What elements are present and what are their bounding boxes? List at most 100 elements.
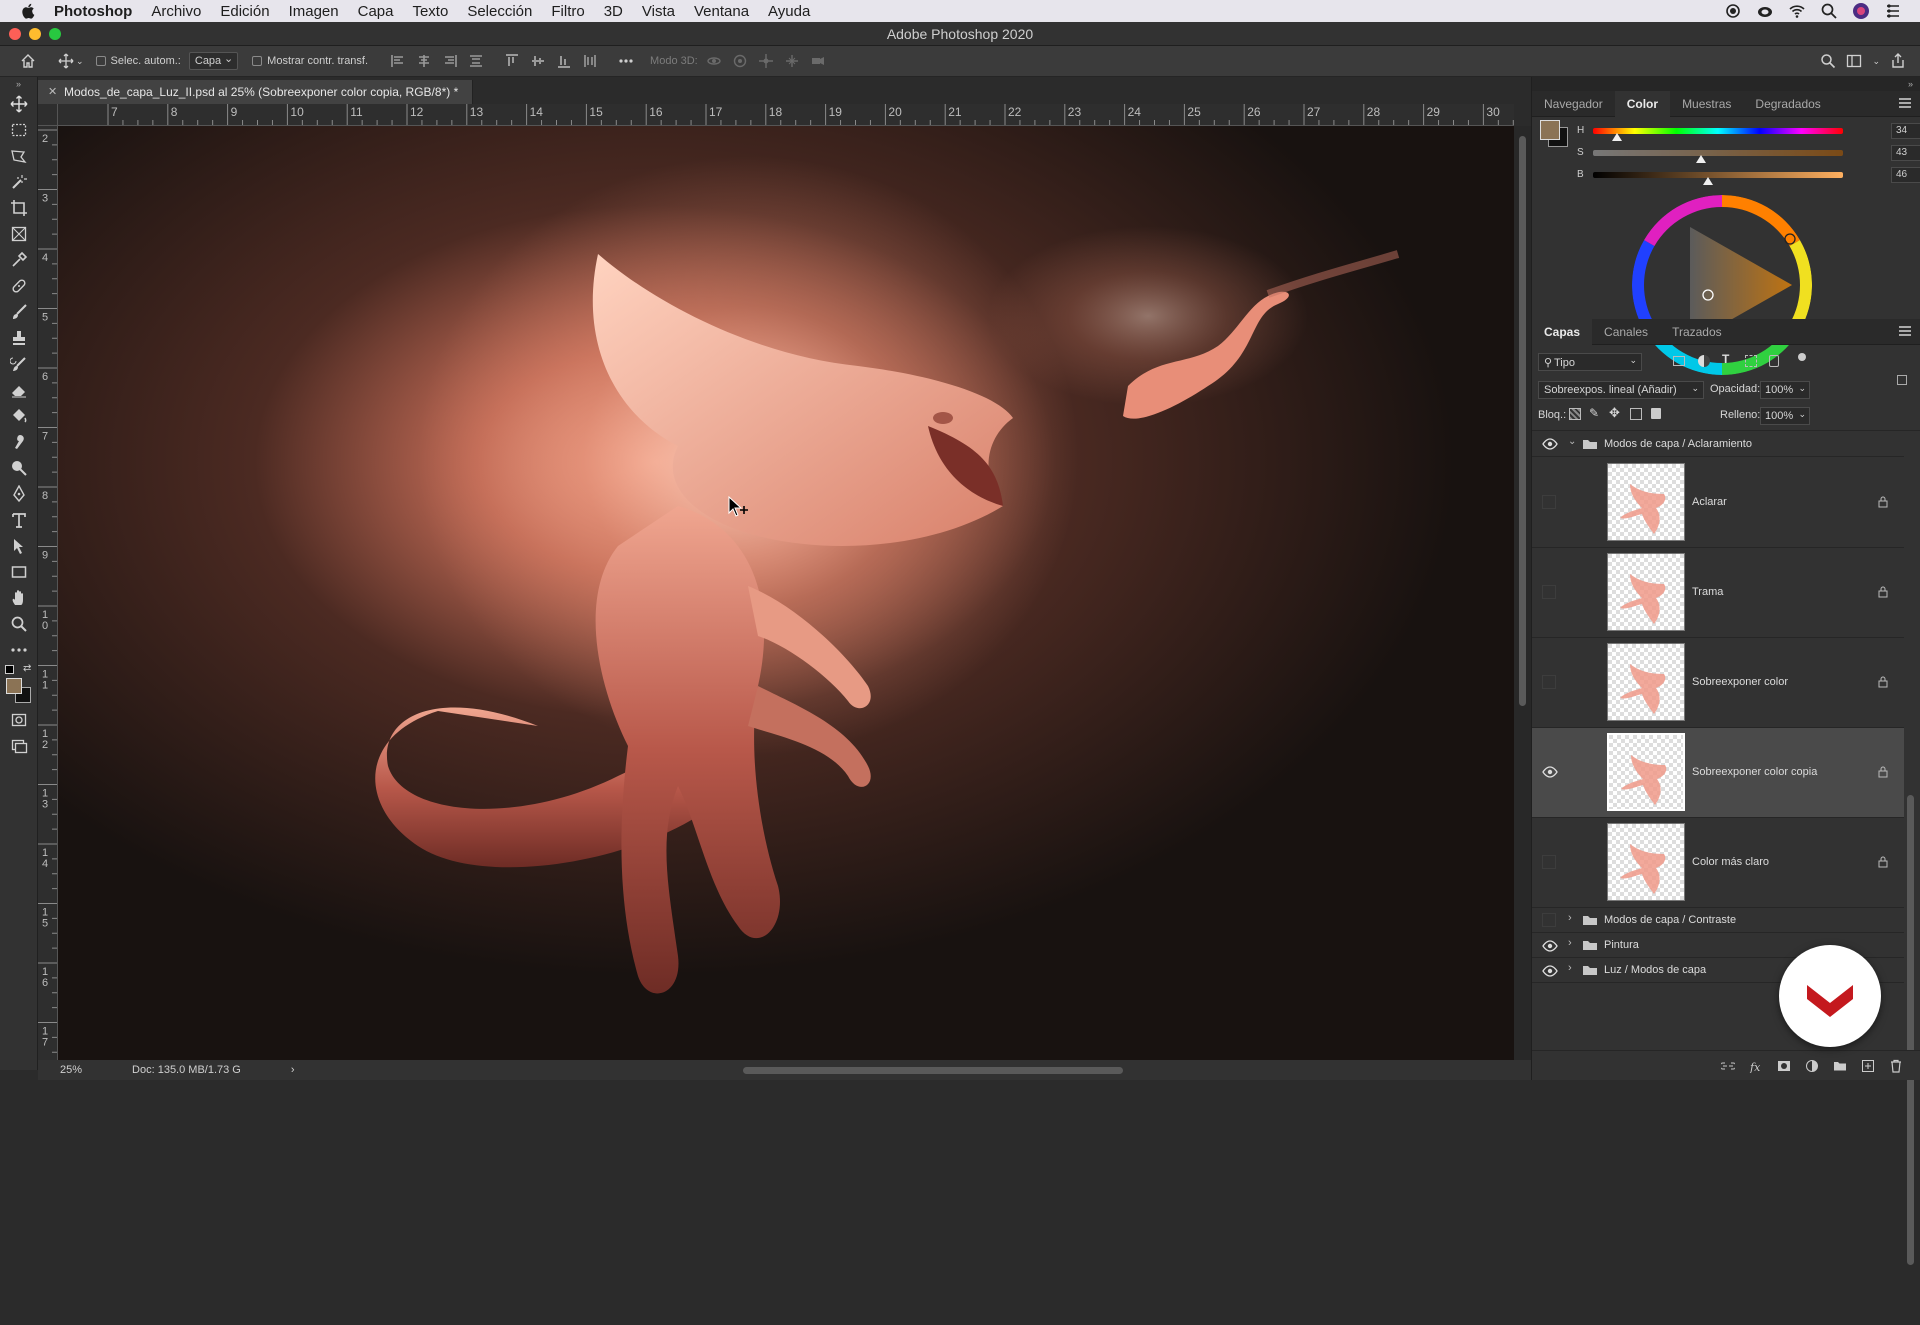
brightness-value[interactable]: 46	[1891, 167, 1920, 183]
doc-size-info[interactable]: Doc: 135.0 MB/1.73 G	[132, 1064, 241, 1076]
zoom-window-button[interactable]	[49, 28, 61, 40]
foreground-color-swatch[interactable]	[6, 678, 22, 694]
layers-scroll-thumb[interactable]	[1907, 795, 1914, 1265]
filter-toggle-icon[interactable]	[1798, 353, 1806, 361]
lock-all-icon[interactable]	[1651, 408, 1661, 419]
workspace-icon[interactable]	[1846, 53, 1862, 69]
tab-canales[interactable]: Canales	[1592, 319, 1660, 345]
tab-trazados[interactable]: Trazados	[1660, 319, 1734, 345]
lock-artboard-icon[interactable]	[1630, 408, 1642, 420]
eraser-tool[interactable]	[0, 377, 38, 403]
distribute-icon[interactable]	[468, 53, 484, 69]
menu-archivo[interactable]: Archivo	[151, 3, 201, 20]
layer-thumbnail[interactable]	[1607, 463, 1685, 541]
siri-icon[interactable]	[1852, 2, 1870, 20]
fg-color-swatch[interactable]	[1540, 120, 1560, 140]
hue-knob[interactable]	[1611, 133, 1622, 141]
search-icon[interactable]	[1820, 53, 1836, 69]
brightness-knob[interactable]	[1703, 177, 1713, 185]
creative-cloud-icon[interactable]	[1756, 2, 1774, 20]
more-options-icon[interactable]	[618, 53, 634, 69]
move-tool[interactable]	[0, 91, 38, 117]
layer-group-open[interactable]: ⌄ Modos de capa / Aclaramiento	[1532, 431, 1904, 457]
show-transform-option[interactable]: Mostrar contr. transf.	[252, 55, 368, 67]
show-transform-checkbox[interactable]	[252, 56, 263, 66]
collapse-panels-icon[interactable]: »	[1532, 77, 1920, 91]
visibility-toggle-empty[interactable]	[1542, 855, 1556, 869]
apple-logo-icon[interactable]	[20, 2, 38, 20]
close-window-button[interactable]	[9, 28, 21, 40]
visibility-eye-icon[interactable]	[1542, 940, 1558, 952]
orbit-3d-icon[interactable]	[706, 53, 722, 69]
hand-tool[interactable]	[0, 585, 38, 611]
menu-texto[interactable]: Texto	[412, 3, 448, 20]
vertical-scroll-thumb[interactable]	[1519, 136, 1526, 706]
filter-smart-object-icon[interactable]	[1769, 355, 1779, 367]
visibility-toggle-empty[interactable]	[1542, 495, 1556, 509]
workspace-chevron-icon[interactable]: ⌄	[1872, 56, 1880, 67]
brush-tool[interactable]	[0, 299, 38, 325]
menu-photoshop[interactable]: Photoshop	[54, 3, 132, 20]
default-colors-icon[interactable]	[5, 665, 14, 674]
tab-muestras[interactable]: Muestras	[1670, 91, 1743, 117]
vertical-ruler[interactable]: 234567891011121314151617	[38, 126, 58, 1060]
opacity-chevron-icon[interactable]: ⌄	[1798, 383, 1806, 394]
path-selection-tool[interactable]	[0, 533, 38, 559]
type-tool[interactable]	[0, 507, 38, 533]
magic-wand-tool[interactable]	[0, 169, 38, 195]
roll-3d-icon[interactable]	[732, 53, 748, 69]
align-top-icon[interactable]	[504, 53, 520, 69]
zoom-tool[interactable]	[0, 611, 38, 637]
rectangle-tool[interactable]	[0, 559, 38, 585]
control-center-icon[interactable]	[1884, 2, 1902, 20]
align-right-icon[interactable]	[442, 53, 458, 69]
layer-row[interactable]: Trama	[1532, 548, 1904, 638]
align-left-icon[interactable]	[390, 53, 406, 69]
filter-pixel-icon[interactable]	[1673, 356, 1685, 366]
menu-imagen[interactable]: Imagen	[289, 3, 339, 20]
search-icon[interactable]	[1820, 2, 1838, 20]
blend-mode-dropdown[interactable]: Sobreexpos. lineal (Añadir) ⌄	[1538, 381, 1704, 399]
visibility-eye-icon[interactable]	[1542, 965, 1558, 977]
menu-vista[interactable]: Vista	[642, 3, 675, 20]
tab-color[interactable]: Color	[1614, 90, 1671, 117]
document-canvas[interactable]	[58, 126, 1514, 1060]
adjustment-layer-icon[interactable]	[1805, 1059, 1819, 1073]
layer-row[interactable]: Color más claro	[1532, 818, 1904, 908]
canvas-vertical-scrollbar[interactable]	[1514, 126, 1531, 1060]
brightness-slider[interactable]: B 46 %	[1577, 167, 1920, 185]
filter-shape-icon[interactable]	[1745, 355, 1757, 367]
scale-3d-icon[interactable]	[810, 53, 826, 69]
crop-tool[interactable]	[0, 195, 38, 221]
menu-ayuda[interactable]: Ayuda	[768, 3, 810, 20]
menu-seleccion[interactable]: Selección	[467, 3, 532, 20]
eyedropper-tool[interactable]	[0, 247, 38, 273]
clone-stamp-tool[interactable]	[0, 325, 38, 351]
menu-edicion[interactable]: Edición	[220, 3, 269, 20]
dodge-tool[interactable]	[0, 455, 38, 481]
layer-row[interactable]: Sobreexponer color copia	[1532, 728, 1904, 818]
lock-position-icon[interactable]: ✥	[1609, 405, 1620, 421]
quick-mask-tool[interactable]	[0, 707, 38, 733]
saturation-slider[interactable]: S 43 %	[1577, 145, 1920, 163]
pen-tool[interactable]	[0, 481, 38, 507]
layer-style-fx-icon[interactable]: fx	[1749, 1059, 1763, 1074]
layer-filter-dropdown[interactable]: ⚲ Tipo ⌄	[1538, 353, 1642, 371]
status-menu-arrow[interactable]: ›	[291, 1064, 295, 1076]
slide-3d-icon[interactable]	[784, 53, 800, 69]
collapse-toolbar-icon[interactable]: »	[0, 77, 37, 91]
visibility-eye-icon[interactable]	[1542, 438, 1558, 450]
horizontal-ruler[interactable]: 7 8 9 10 11 12 13 14 15 16 17 18 19 20 21 22 23 24 25 26 27 2…	[58, 104, 1514, 126]
marquee-tool[interactable]	[0, 117, 38, 143]
visibility-toggle-empty[interactable]	[1542, 675, 1556, 689]
fill-chevron-icon[interactable]: ⌄	[1798, 409, 1806, 420]
wifi-icon[interactable]	[1788, 2, 1806, 20]
align-center-h-icon[interactable]	[416, 53, 432, 69]
canvas-horizontal-scrollbar[interactable]	[743, 1067, 1123, 1074]
layers-panel-menu-icon[interactable]	[1899, 326, 1911, 336]
ruler-origin[interactable]	[38, 104, 58, 126]
tab-capas[interactable]: Capas	[1532, 318, 1593, 345]
paint-bucket-tool[interactable]	[0, 403, 38, 429]
hue-slider[interactable]: H 34 °	[1577, 123, 1920, 141]
delete-layer-icon[interactable]	[1889, 1059, 1903, 1073]
